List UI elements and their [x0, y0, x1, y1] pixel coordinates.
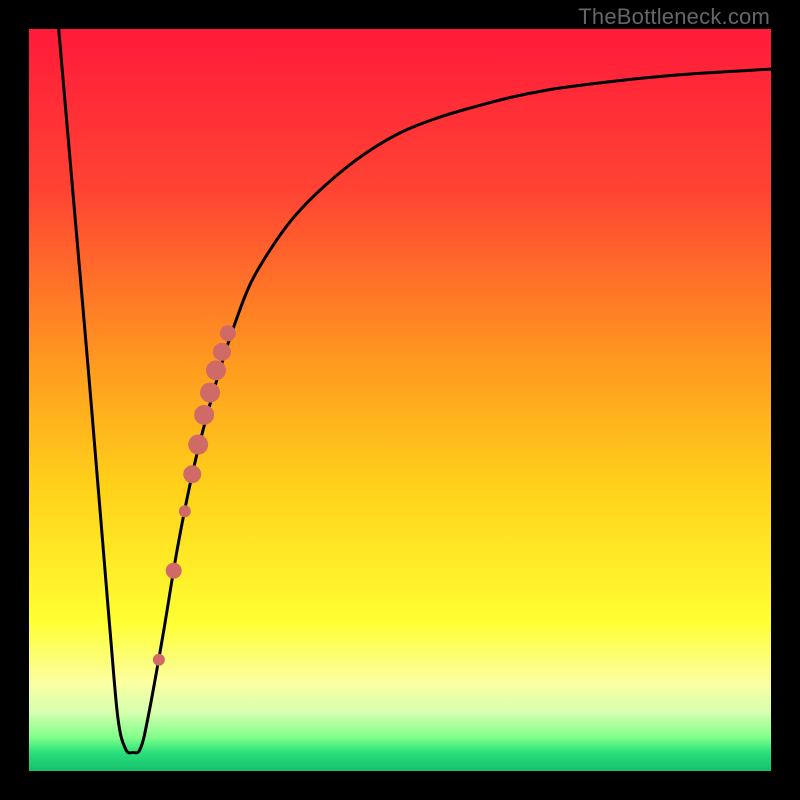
chart-frame: TheBottleneck.com [0, 0, 800, 800]
plot-area [29, 29, 771, 771]
data-point [194, 405, 214, 425]
data-point [213, 343, 231, 361]
data-point [153, 654, 165, 666]
data-point [179, 505, 191, 517]
data-point [166, 563, 182, 579]
data-point [188, 435, 208, 455]
chart-svg [29, 29, 771, 771]
data-point [206, 360, 226, 380]
data-point [183, 465, 201, 483]
data-point [200, 383, 220, 403]
data-point [220, 325, 236, 341]
gradient-background [29, 29, 771, 771]
attribution-label: TheBottleneck.com [578, 4, 770, 30]
